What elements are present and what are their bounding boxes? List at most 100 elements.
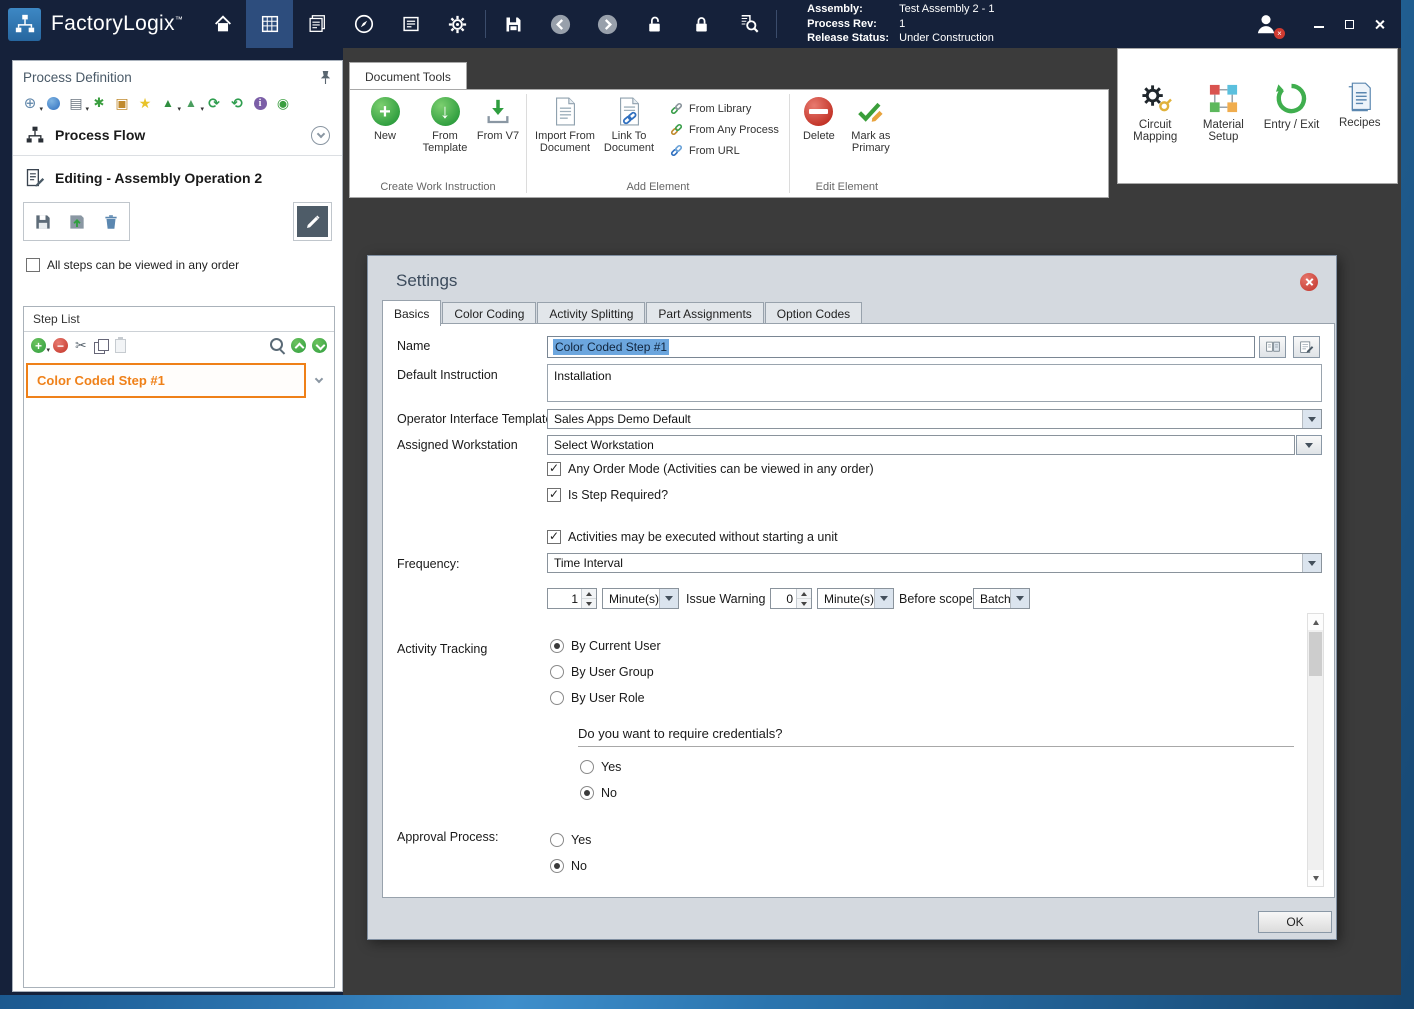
remove-step-icon[interactable]: − xyxy=(53,338,68,353)
print-icon[interactable] xyxy=(67,94,85,112)
expand-all-icon[interactable] xyxy=(312,338,327,353)
unlock-icon[interactable] xyxy=(631,0,678,48)
default-instruction-textarea[interactable]: Installation xyxy=(547,364,1322,402)
new-button[interactable]: + New xyxy=(356,97,414,142)
warning-unit-select[interactable]: Minute(s) xyxy=(817,588,894,609)
link-to-document-button[interactable]: Link To Document xyxy=(599,97,659,154)
forward-icon[interactable] xyxy=(584,0,631,48)
save-icon[interactable] xyxy=(490,0,537,48)
delete-operation-icon[interactable] xyxy=(95,206,126,237)
radio-icon[interactable] xyxy=(550,691,564,705)
any-order-mode-checkbox[interactable] xyxy=(547,462,561,476)
scroll-up-icon[interactable] xyxy=(1308,614,1323,630)
user-icon[interactable]: × xyxy=(1253,11,1279,37)
import-from-document-button[interactable]: Import From Document xyxy=(533,97,597,154)
interval-stepper[interactable]: 1 xyxy=(547,588,597,609)
from-v7-button[interactable]: From V7 xyxy=(476,97,520,142)
step-expand-chevron-icon[interactable] xyxy=(306,379,332,382)
refresh-icon[interactable] xyxy=(205,94,223,112)
name-input[interactable]: Color Coded Step #1 xyxy=(547,336,1255,358)
new-dropdown-icon[interactable] xyxy=(21,94,39,112)
radio-icon[interactable] xyxy=(580,760,594,774)
from-url-button[interactable]: From URL xyxy=(669,143,779,158)
minimize-icon[interactable] xyxy=(1309,14,1329,34)
add-step-icon[interactable]: + xyxy=(31,338,46,353)
translations-button[interactable] xyxy=(1259,336,1286,358)
radio-credentials-no[interactable]: No xyxy=(580,786,617,800)
save-operation-icon[interactable] xyxy=(27,206,58,237)
tab-document-tools[interactable]: Document Tools xyxy=(349,62,467,90)
operator-interface-template-select[interactable]: Sales Apps Demo Default xyxy=(547,409,1322,429)
radio-icon[interactable] xyxy=(580,786,594,800)
cut-icon[interactable]: ✂ xyxy=(75,337,87,354)
radio-by-current-user[interactable]: By Current User xyxy=(550,639,661,653)
rich-text-edit-button[interactable] xyxy=(1293,336,1320,358)
any-order-checkbox[interactable] xyxy=(26,258,40,272)
documents-icon[interactable] xyxy=(387,0,434,48)
activities-without-unit-checkbox[interactable] xyxy=(547,530,561,544)
is-step-required-checkbox[interactable] xyxy=(547,488,561,502)
package-icon[interactable] xyxy=(113,94,131,112)
any-order-checkbox-row[interactable]: All steps can be viewed in any order xyxy=(13,249,342,281)
lock-icon[interactable] xyxy=(678,0,725,48)
radio-by-user-role[interactable]: By User Role xyxy=(550,691,645,705)
activities-without-unit-checkbox-row[interactable]: Activities may be executed without start… xyxy=(547,530,838,544)
scrollbar-thumb[interactable] xyxy=(1309,632,1322,676)
from-template-button[interactable]: ↓ From Template xyxy=(416,97,474,154)
mark-as-primary-button[interactable]: Mark as Primary xyxy=(844,97,898,154)
radio-icon[interactable] xyxy=(550,833,564,847)
tab-basics[interactable]: Basics xyxy=(382,300,441,326)
recipes-button[interactable]: Recipes xyxy=(1329,82,1391,129)
build-icon[interactable] xyxy=(90,94,108,112)
step-item-selected[interactable]: Color Coded Step #1 xyxy=(26,363,306,398)
process-definition-icon[interactable] xyxy=(246,0,293,48)
back-icon[interactable] xyxy=(537,0,584,48)
radio-icon[interactable] xyxy=(550,665,564,679)
frequency-select[interactable]: Time Interval xyxy=(547,553,1322,573)
workstation-dropdown-button[interactable] xyxy=(1296,435,1322,455)
info-icon[interactable] xyxy=(251,94,269,112)
zoom-in-icon[interactable] xyxy=(270,338,285,353)
copy-icon[interactable] xyxy=(94,339,108,353)
collapse-all-icon[interactable] xyxy=(291,338,306,353)
record-icon[interactable] xyxy=(274,94,292,112)
circuit-mapping-button[interactable]: Circuit Mapping xyxy=(1124,82,1186,143)
form-scrollbar[interactable] xyxy=(1307,613,1324,887)
pin-icon[interactable] xyxy=(319,70,332,85)
audit-search-icon[interactable] xyxy=(725,0,772,48)
edit-mode-icon[interactable] xyxy=(297,206,328,237)
material-setup-button[interactable]: Material Setup xyxy=(1192,82,1254,143)
radio-approval-no[interactable]: No xyxy=(550,859,587,873)
paste-icon[interactable] xyxy=(115,339,126,353)
process-flow-row[interactable]: Process Flow xyxy=(13,117,342,155)
scope-select[interactable]: Batch xyxy=(973,588,1030,609)
interval-unit-select[interactable]: Minute(s) xyxy=(602,588,679,609)
radio-by-user-group[interactable]: By User Group xyxy=(550,665,654,679)
web-icon[interactable] xyxy=(44,94,62,112)
settings-gear-icon[interactable] xyxy=(434,0,481,48)
from-library-button[interactable]: From Library xyxy=(669,101,779,116)
import-tree-icon[interactable] xyxy=(182,94,200,112)
entry-exit-button[interactable]: Entry / Exit xyxy=(1261,82,1323,131)
radio-credentials-yes[interactable]: Yes xyxy=(580,760,621,774)
scroll-down-icon[interactable] xyxy=(1308,870,1323,886)
radio-icon[interactable] xyxy=(550,639,564,653)
is-step-required-checkbox-row[interactable]: Is Step Required? xyxy=(547,488,668,502)
home-icon[interactable] xyxy=(199,0,246,48)
from-any-process-button[interactable]: From Any Process xyxy=(669,122,779,137)
navigator-icon[interactable] xyxy=(340,0,387,48)
delete-element-button[interactable]: Delete xyxy=(796,97,842,142)
close-icon[interactable] xyxy=(1369,14,1389,34)
sync-icon[interactable] xyxy=(228,94,246,112)
maximize-icon[interactable] xyxy=(1339,14,1359,34)
export-operation-icon[interactable] xyxy=(61,206,92,237)
assigned-workstation-select[interactable]: Select Workstation xyxy=(547,435,1295,455)
favorites-icon[interactable] xyxy=(136,94,154,112)
any-order-mode-checkbox-row[interactable]: Any Order Mode (Activities can be viewed… xyxy=(547,462,874,476)
ok-button[interactable]: OK xyxy=(1258,911,1332,933)
radio-approval-yes[interactable]: Yes xyxy=(550,833,591,847)
warning-stepper[interactable]: 0 xyxy=(770,588,812,609)
export-tree-icon[interactable] xyxy=(159,94,177,112)
data-collection-icon[interactable] xyxy=(293,0,340,48)
collapse-section-icon[interactable] xyxy=(311,126,330,145)
